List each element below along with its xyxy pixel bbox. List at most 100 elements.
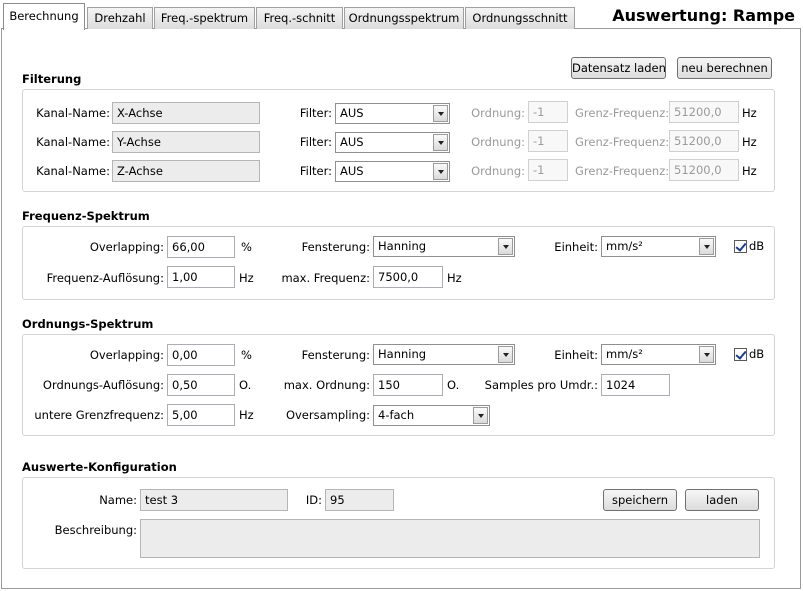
filter-select-value: AUS: [340, 164, 364, 178]
chevron-down-icon: [699, 346, 714, 363]
unit-select-value: mm/s²: [606, 347, 643, 361]
filter-select[interactable]: AUS: [335, 161, 450, 182]
order-unit-label: O.: [447, 378, 460, 392]
order-field[interactable]: -1: [528, 130, 568, 152]
db-checkbox[interactable]: [734, 240, 747, 253]
order-field[interactable]: -1: [528, 159, 568, 181]
hz-unit-label: Hz: [742, 164, 757, 178]
channel-field[interactable]: Y-Achse: [112, 131, 260, 153]
order-resolution-label: Ordnungs-Auflösung:: [42, 378, 164, 392]
tab-ordnungsschnitt[interactable]: Ordnungsschnitt: [465, 7, 575, 29]
samples-per-revolution-label: Samples pro Umdr.:: [484, 378, 598, 392]
limit-frequency-field[interactable]: 51200,0: [669, 130, 739, 152]
order-field[interactable]: -1: [528, 101, 568, 123]
load-dataset-button[interactable]: Datensatz laden: [571, 57, 666, 79]
max-frequency-field[interactable]: 7500,0: [373, 266, 443, 288]
chevron-down-icon: [498, 346, 513, 363]
order-label: Ordnung:: [471, 135, 525, 149]
unit-select[interactable]: mm/s²: [601, 236, 716, 257]
filter-select-value: AUS: [340, 135, 364, 149]
order-label: Ordnung:: [471, 164, 525, 178]
filter-label: Filter:: [299, 106, 332, 120]
overlapping-label: Overlapping:: [89, 240, 164, 254]
window-select-value: Hanning: [378, 347, 427, 361]
max-order-field[interactable]: 150: [373, 374, 443, 396]
db-label: dB: [749, 347, 765, 361]
description-label: Beschreibung:: [54, 523, 137, 537]
unit-select[interactable]: mm/s²: [601, 344, 716, 365]
unit-label: Einheit:: [554, 240, 598, 254]
channel-field[interactable]: X-Achse: [112, 102, 260, 124]
order-resolution-field[interactable]: 0,50: [167, 374, 235, 396]
hz-unit-label: Hz: [239, 408, 254, 422]
save-button[interactable]: speichern: [603, 489, 677, 511]
window-select[interactable]: Hanning: [373, 344, 515, 365]
chevron-down-icon: [433, 134, 448, 151]
chevron-down-icon: [699, 238, 714, 255]
limit-frequency-field[interactable]: 51200,0: [669, 101, 739, 123]
max-frequency-label: max. Frequenz:: [281, 271, 370, 285]
config-name-label: Name:: [99, 493, 137, 507]
page-title: Auswertung: Rampe: [612, 6, 795, 25]
db-label: dB: [749, 239, 765, 253]
tab-berechnung[interactable]: Berechnung: [3, 3, 85, 30]
lower-cutoff-frequency-label: untere Grenzfrequenz:: [34, 408, 164, 422]
filter-label: Filter:: [299, 135, 332, 149]
window-label: Fensterung:: [301, 240, 370, 254]
order-unit-label: O.: [239, 378, 252, 392]
tab-freq-schnitt[interactable]: Freq.-schnitt: [256, 7, 343, 29]
config-name-field[interactable]: test 3: [140, 489, 288, 511]
oversampling-select[interactable]: 4-fach: [373, 405, 490, 426]
channel-label: Kanal-Name:: [36, 164, 110, 178]
chevron-down-icon: [433, 105, 448, 122]
overlapping-field[interactable]: 0,00: [167, 344, 235, 366]
oversampling-label: Oversampling:: [285, 408, 370, 422]
config-id-label: ID:: [305, 493, 322, 507]
channel-label: Kanal-Name:: [36, 135, 110, 149]
tab-ordnungsspektrum[interactable]: Ordnungsspektrum: [344, 7, 464, 29]
frequency-resolution-field[interactable]: 1,00: [167, 266, 235, 288]
section-title-frequenz-spektrum: Frequenz-Spektrum: [22, 209, 150, 223]
section-title-auswerte-konfiguration: Auswerte-Konfiguration: [22, 460, 177, 474]
chevron-down-icon: [433, 163, 448, 180]
oversampling-select-value: 4-fach: [378, 408, 415, 422]
samples-per-revolution-field[interactable]: 1024: [601, 374, 670, 396]
limit-frequency-label: Grenz-Frequenz:: [575, 135, 670, 149]
frequency-resolution-label: Frequenz-Auflösung:: [46, 271, 164, 285]
channel-field[interactable]: Z-Achse: [112, 160, 260, 182]
percent-unit-label: %: [241, 348, 252, 362]
tab-freq-spektrum[interactable]: Freq.-spektrum: [154, 7, 255, 29]
lower-cutoff-frequency-field[interactable]: 5,00: [167, 404, 235, 426]
order-label: Ordnung:: [471, 106, 525, 120]
db-checkbox[interactable]: [734, 348, 747, 361]
filter-label: Filter:: [299, 164, 332, 178]
hz-unit-label: Hz: [742, 106, 757, 120]
limit-frequency-label: Grenz-Frequenz:: [575, 106, 670, 120]
unit-select-value: mm/s²: [606, 239, 643, 253]
hz-unit-label: Hz: [239, 271, 254, 285]
recalculate-button[interactable]: neu berechnen: [677, 57, 772, 79]
section-title-filterung: Filterung: [22, 72, 82, 86]
chevron-down-icon: [473, 407, 488, 424]
tab-drehzahl[interactable]: Drehzahl: [87, 7, 153, 29]
filter-select[interactable]: AUS: [335, 103, 450, 124]
hz-unit-label: Hz: [447, 271, 462, 285]
unit-label: Einheit:: [554, 348, 598, 362]
chevron-down-icon: [498, 238, 513, 255]
description-field[interactable]: [140, 519, 760, 558]
window-select[interactable]: Hanning: [373, 236, 515, 257]
filter-select[interactable]: AUS: [335, 132, 450, 153]
config-id-field[interactable]: 95: [325, 489, 394, 511]
filter-select-value: AUS: [340, 106, 364, 120]
load-button[interactable]: laden: [685, 489, 759, 511]
max-order-label: max. Ordnung:: [283, 378, 370, 392]
percent-unit-label: %: [241, 240, 252, 254]
limit-frequency-field[interactable]: 51200,0: [669, 159, 739, 181]
hz-unit-label: Hz: [742, 135, 757, 149]
limit-frequency-label: Grenz-Frequenz:: [575, 164, 670, 178]
channel-label: Kanal-Name:: [36, 106, 110, 120]
overlapping-field[interactable]: 66,00: [167, 236, 235, 258]
section-title-ordnungs-spektrum: Ordnungs-Spektrum: [22, 317, 154, 331]
overlapping-label: Overlapping:: [89, 348, 164, 362]
window-label: Fensterung:: [301, 348, 370, 362]
